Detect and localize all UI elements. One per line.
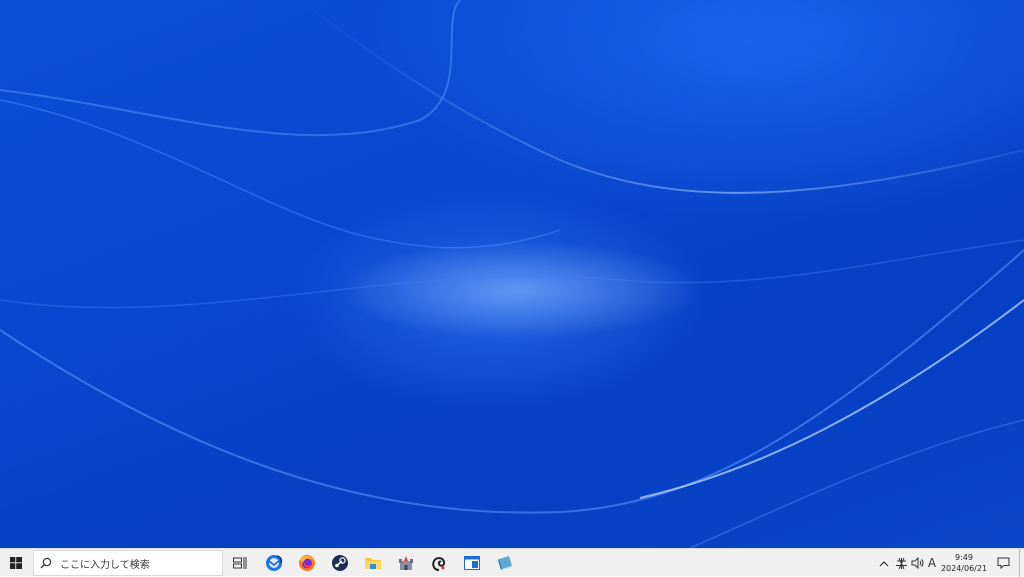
firefox-icon bbox=[299, 555, 315, 571]
search-box[interactable]: ここに入力して検索 bbox=[33, 550, 223, 576]
taskbar-app-steam[interactable] bbox=[324, 549, 356, 577]
chevron-up-icon bbox=[879, 560, 889, 566]
notification-center-button[interactable] bbox=[993, 549, 1013, 577]
taskbar-app-spiral[interactable] bbox=[423, 549, 455, 577]
volume-icon bbox=[911, 557, 923, 569]
taskbar-app-thunderbird[interactable] bbox=[258, 549, 290, 577]
wallpaper-light-streaks bbox=[0, 0, 1024, 548]
taskbar-app-window[interactable] bbox=[456, 549, 488, 577]
taskbar-app-firefox[interactable] bbox=[291, 549, 323, 577]
thunderbird-icon bbox=[266, 555, 283, 571]
taskbar-app-castle[interactable] bbox=[390, 549, 422, 577]
volume-button[interactable] bbox=[909, 549, 925, 577]
network-button[interactable] bbox=[893, 549, 909, 577]
task-view-icon bbox=[233, 557, 247, 569]
network-icon bbox=[895, 557, 907, 569]
search-placeholder: ここに入力して検索 bbox=[60, 559, 150, 571]
clock-time: 9:49 bbox=[955, 553, 973, 562]
taskbar-app-book[interactable] bbox=[489, 549, 521, 577]
desktop-wallpaper bbox=[0, 0, 1024, 548]
book-icon bbox=[498, 556, 512, 571]
clock[interactable]: 9:49 2024/06/21 bbox=[938, 549, 990, 577]
task-view-button[interactable] bbox=[224, 549, 256, 577]
notification-icon bbox=[997, 557, 1009, 569]
search-icon bbox=[40, 557, 54, 569]
window-app-icon bbox=[464, 556, 480, 570]
windows-logo-icon bbox=[10, 557, 22, 569]
castle-icon bbox=[399, 556, 413, 570]
steam-icon bbox=[332, 555, 348, 571]
ime-mode-indicator[interactable]: A bbox=[925, 549, 939, 577]
show-hidden-icons-button[interactable] bbox=[876, 549, 892, 577]
taskbar-app-file-explorer[interactable] bbox=[357, 549, 389, 577]
folder-icon bbox=[365, 558, 381, 569]
start-button[interactable] bbox=[0, 549, 32, 577]
show-desktop-button[interactable] bbox=[1019, 549, 1024, 577]
spiral-icon bbox=[432, 557, 446, 571]
taskbar: ここに入力して検索 A 9:49 2024/06/21 bbox=[0, 548, 1024, 577]
clock-date: 2024/06/21 bbox=[940, 564, 988, 573]
